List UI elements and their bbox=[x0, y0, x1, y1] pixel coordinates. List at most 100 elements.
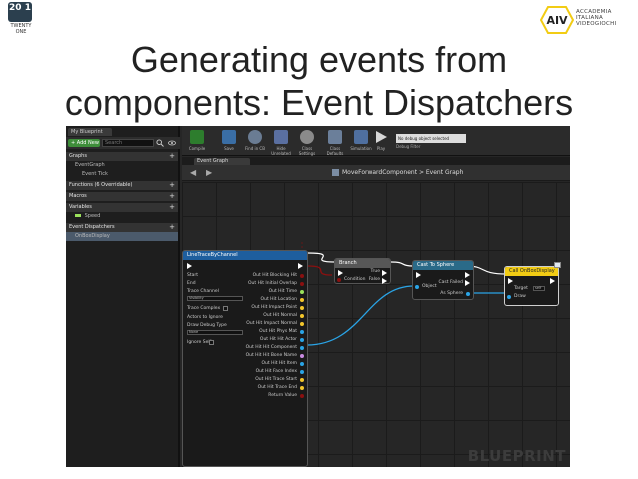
add-variable-icon[interactable]: + bbox=[169, 203, 175, 212]
object-pin-dot[interactable] bbox=[300, 346, 304, 350]
section-functions-label: Functions (6 Overridable) bbox=[69, 182, 133, 188]
aiv-brand-text: ACCADEMIA ITALIANA VIDEOGIOCHI bbox=[576, 9, 617, 27]
class-settings-label: Class Settings bbox=[298, 146, 316, 156]
find-in-cb-button[interactable]: Find in CB bbox=[242, 129, 268, 153]
name-pin-dot[interactable] bbox=[300, 354, 304, 358]
class-defaults-button[interactable]: Class Defaults bbox=[322, 129, 348, 156]
add-function-icon[interactable]: + bbox=[169, 181, 175, 190]
list-item-event-tick[interactable]: Event Tick bbox=[66, 170, 178, 179]
search-input[interactable]: Search bbox=[102, 139, 154, 147]
bool-pin-dot[interactable] bbox=[300, 394, 304, 398]
int-pin-dot[interactable] bbox=[300, 362, 304, 366]
pin-start: Start bbox=[187, 273, 198, 278]
exec-out-pin[interactable] bbox=[550, 278, 555, 284]
tab-event-graph[interactable]: Event Graph bbox=[194, 158, 250, 165]
hide-unrelated-icon bbox=[274, 130, 288, 144]
ignore-self-checkbox[interactable] bbox=[209, 340, 214, 345]
add-graph-icon[interactable]: + bbox=[169, 152, 175, 161]
vector-pin-dot[interactable] bbox=[300, 322, 304, 326]
object-pin-dot[interactable] bbox=[415, 285, 419, 289]
slide-title-line-1: Generating events from bbox=[130, 39, 508, 80]
add-new-button[interactable]: + Add New bbox=[68, 139, 100, 147]
exec-false-pin[interactable] bbox=[382, 278, 387, 284]
pin-out-time: Out Hit Time bbox=[268, 289, 297, 294]
float-pin-dot[interactable] bbox=[300, 290, 304, 294]
pin-end: End bbox=[187, 281, 196, 286]
breadcrumb: MoveForwardComponent > Event Graph bbox=[342, 169, 464, 176]
draw-debug-type-select[interactable]: None bbox=[187, 330, 243, 335]
float-type-icon bbox=[75, 214, 81, 217]
pin-out-hit-bone-name: Out Hit Hit Bone Name bbox=[245, 353, 297, 358]
bool-pin-dot[interactable] bbox=[300, 274, 304, 278]
pin-object: Object bbox=[422, 284, 437, 289]
play-button[interactable]: Play bbox=[368, 129, 394, 153]
editor-toolbar: Compile Save Find in CB Hide Unrelated C… bbox=[182, 126, 570, 156]
exec-wire-1 bbox=[307, 252, 336, 263]
blueprint-watermark: BLUEPRINT bbox=[467, 447, 566, 465]
branch-node[interactable]: Branch Condition True False bbox=[334, 258, 391, 284]
section-variables[interactable]: Variables + bbox=[66, 203, 178, 212]
section-macros[interactable]: Macros + bbox=[66, 192, 178, 201]
exec-cast-failed-pin[interactable] bbox=[465, 280, 470, 286]
graph-canvas[interactable]: LineTraceByChannel Start End Trace Chann… bbox=[182, 182, 570, 467]
pin-out-hit-item: Out Hit Hit Item bbox=[261, 361, 298, 366]
line-trace-node[interactable]: LineTraceByChannel Start End Trace Chann… bbox=[182, 250, 308, 467]
eye-icon[interactable] bbox=[168, 139, 176, 147]
condition-pin-dot[interactable] bbox=[337, 278, 341, 282]
tab-my-blueprint[interactable]: My Blueprint bbox=[68, 128, 112, 136]
vector-pin-dot[interactable] bbox=[300, 306, 304, 310]
branch-title: Branch bbox=[335, 259, 390, 268]
play-label: Play bbox=[376, 146, 386, 151]
section-event-dispatchers[interactable]: Event Dispatchers + bbox=[66, 223, 178, 232]
graph-area: Compile Save Find in CB Hide Unrelated C… bbox=[182, 126, 570, 467]
vector-pin-dot[interactable] bbox=[300, 314, 304, 318]
graph-nav-bar: ◀ ▶ MoveForwardComponent > Event Graph bbox=[182, 165, 570, 181]
exec-in-pin[interactable] bbox=[416, 272, 421, 278]
save-button[interactable]: Save bbox=[216, 129, 242, 153]
vector-pin-dot[interactable] bbox=[300, 378, 304, 382]
bool-pin-dot[interactable] bbox=[300, 282, 304, 286]
back-arrow-icon[interactable]: ◀ bbox=[190, 168, 196, 177]
pin-trace-channel: Trace Channel bbox=[187, 289, 219, 294]
find-icon bbox=[248, 130, 262, 144]
blueprint-editor: My Blueprint + Add New Search Graphs + E… bbox=[66, 126, 570, 467]
section-functions[interactable]: Functions (6 Overridable) + bbox=[66, 181, 178, 190]
trace-channel-select[interactable]: Visibility bbox=[187, 296, 243, 301]
vector-pin-dot[interactable] bbox=[300, 386, 304, 390]
list-item-eventgraph[interactable]: EventGraph bbox=[66, 161, 178, 170]
pin-cast-failed: Cast Failed bbox=[438, 280, 464, 285]
object-pin-dot[interactable] bbox=[300, 330, 304, 334]
debug-object-select[interactable]: No debug object selected bbox=[396, 134, 466, 143]
int-pin-dot[interactable] bbox=[300, 370, 304, 374]
class-defaults-icon bbox=[328, 130, 342, 144]
compile-button[interactable]: Compile bbox=[184, 129, 210, 153]
add-macro-icon[interactable]: + bbox=[169, 192, 175, 201]
forward-arrow-icon[interactable]: ▶ bbox=[206, 168, 212, 177]
hide-unrelated-button[interactable]: Hide Unrelated bbox=[268, 129, 294, 156]
target-self-field[interactable]: self bbox=[533, 286, 545, 291]
section-macros-label: Macros bbox=[69, 193, 87, 199]
search-icon[interactable] bbox=[156, 139, 164, 147]
add-dispatcher-icon[interactable]: + bbox=[169, 223, 175, 232]
exec-in-pin[interactable] bbox=[508, 278, 513, 284]
class-settings-button[interactable]: Class Settings bbox=[294, 129, 320, 156]
logo-caption: TWENTY ONE bbox=[10, 23, 32, 35]
call-onboxdisplay-node[interactable]: Call OnBoxDisplay Target self Draw bbox=[504, 266, 559, 306]
exec-in-pin[interactable] bbox=[338, 270, 343, 276]
section-graphs[interactable]: Graphs + bbox=[66, 152, 178, 161]
object-pin-dot[interactable] bbox=[507, 295, 511, 299]
vector-pin-dot[interactable] bbox=[300, 298, 304, 302]
object-pin-dot[interactable] bbox=[466, 292, 470, 296]
exec-out-pin[interactable] bbox=[298, 263, 303, 269]
exec-out-pin[interactable] bbox=[465, 272, 470, 278]
pin-as-sphere: As Sphere bbox=[440, 291, 463, 296]
exec-in-pin[interactable] bbox=[187, 263, 192, 269]
list-item-onboxdisplay[interactable]: OnBoxDisplay bbox=[66, 232, 178, 241]
section-variables-label: Variables bbox=[69, 204, 92, 210]
cast-to-sphere-node[interactable]: Cast To Sphere Object Cast Failed As Sph… bbox=[412, 260, 474, 300]
aiv-logo: AIV ACCADEMIA ITALIANA VIDEOGIOCHI bbox=[540, 4, 632, 36]
exec-true-pin[interactable] bbox=[382, 270, 387, 276]
trace-complex-checkbox[interactable] bbox=[223, 306, 228, 311]
list-item-speed[interactable]: Speed bbox=[66, 212, 178, 221]
object-pin-dot[interactable] bbox=[300, 338, 304, 342]
